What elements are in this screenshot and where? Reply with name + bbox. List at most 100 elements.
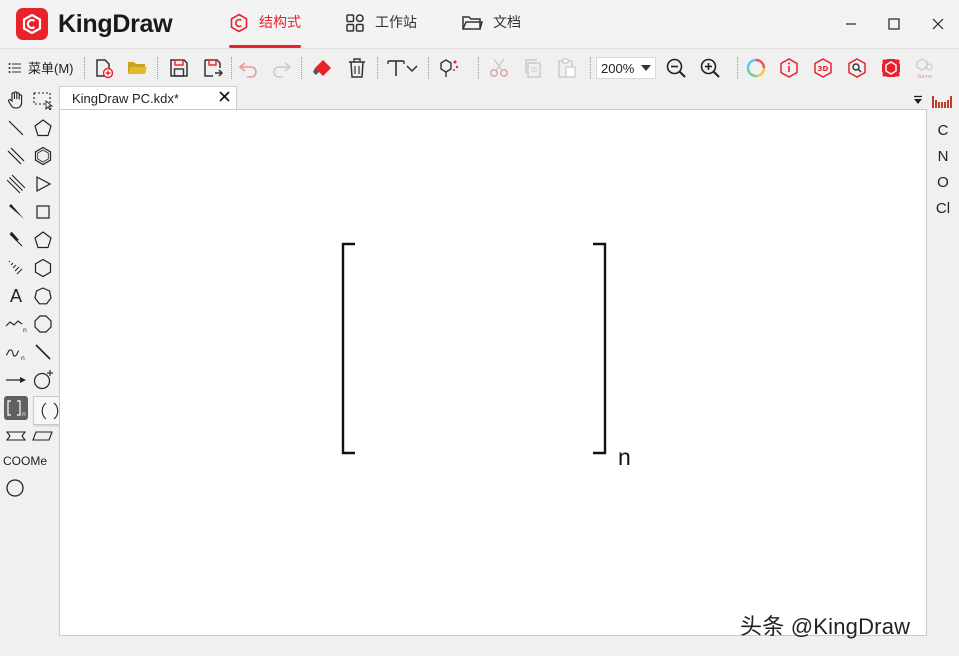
search-structure-button[interactable] <box>844 55 870 81</box>
zoom-out-button[interactable] <box>663 55 689 81</box>
hand-tool[interactable] <box>4 88 28 112</box>
cyclopentadiene-tool[interactable] <box>31 228 55 252</box>
eraser-button[interactable] <box>309 55 335 81</box>
menu-label: 菜单(M) <box>28 61 74 76</box>
heptagon-icon <box>34 287 52 305</box>
document-tab[interactable]: KingDraw PC.kdx* <box>59 86 237 109</box>
text-tool[interactable]: A <box>4 284 28 308</box>
open-folder-icon <box>128 62 147 74</box>
image-recognition-button[interactable] <box>878 55 904 81</box>
tab-structure-label: 结构式 <box>259 14 301 30</box>
hash-bond-tool[interactable] <box>4 256 28 280</box>
curve-tool[interactable]: n <box>4 340 28 364</box>
save-as-icon <box>204 59 224 77</box>
grid-icon <box>345 13 365 36</box>
cycloheptane-tool[interactable] <box>31 284 55 308</box>
bracket-drawing[interactable] <box>60 110 928 637</box>
cyclobutane-tool[interactable] <box>31 200 55 224</box>
scissors-icon <box>490 58 508 77</box>
close-tab-icon[interactable] <box>219 89 230 106</box>
wedge-bond-tool[interactable] <box>4 200 28 224</box>
info-button[interactable] <box>776 55 802 81</box>
undo-button[interactable] <box>235 55 261 81</box>
new-file-icon <box>96 59 114 79</box>
element-nitrogen[interactable]: N <box>927 148 959 165</box>
triple-bond-tool[interactable] <box>4 172 28 196</box>
close-button[interactable] <box>924 10 952 38</box>
redo-button[interactable] <box>269 55 295 81</box>
delete-button[interactable] <box>344 55 370 81</box>
element-oxygen[interactable]: O <box>927 174 959 191</box>
text-dropdown-button[interactable] <box>404 55 420 81</box>
name-icon: Name <box>916 58 933 79</box>
charge-tool[interactable] <box>31 368 55 392</box>
svg-text:n: n <box>23 327 27 334</box>
perspective-tool[interactable] <box>31 424 55 448</box>
folder-icon <box>461 13 483 36</box>
color-ring-icon <box>746 58 766 78</box>
save-button[interactable] <box>166 55 192 81</box>
double-bond-icon <box>7 147 25 165</box>
bold-bond-icon <box>9 232 23 247</box>
element-carbon[interactable]: C <box>927 122 959 139</box>
app-brand: KingDraw <box>58 10 173 38</box>
cyclooctane-tool[interactable] <box>31 312 55 336</box>
new-file-button[interactable] <box>90 55 116 81</box>
benzene-tool[interactable] <box>31 256 55 280</box>
menu-button[interactable]: 菜单(M) <box>8 58 74 77</box>
minimize-button[interactable] <box>837 10 865 38</box>
plain-line-tool[interactable] <box>31 340 55 364</box>
copy-button[interactable] <box>520 55 546 81</box>
3d-view-button[interactable]: 3D <box>810 55 836 81</box>
wedge-bond-icon <box>9 204 24 219</box>
svg-text:n: n <box>21 355 25 362</box>
periodic-table-button[interactable] <box>932 96 952 115</box>
tab-structure[interactable]: 结构式 <box>229 12 301 48</box>
chevron-down-icon <box>406 65 418 73</box>
undo-icon <box>238 62 257 78</box>
chain-tool[interactable]: n <box>4 312 28 336</box>
name-to-structure-button[interactable]: Name <box>912 55 938 81</box>
single-bond-tool[interactable] <box>4 116 28 140</box>
element-chlorine[interactable]: Cl <box>927 200 959 217</box>
zoom-in-button[interactable] <box>697 55 723 81</box>
clean-structure-button[interactable] <box>436 55 462 81</box>
shape-tool[interactable] <box>4 476 28 500</box>
search-structure-icon <box>848 58 866 78</box>
paste-button[interactable] <box>554 55 580 81</box>
cyclohexane-tool[interactable] <box>31 144 55 168</box>
tab-workstation[interactable]: 工作站 <box>345 12 417 42</box>
maximize-button[interactable] <box>880 10 908 38</box>
double-bond-tool[interactable] <box>4 144 28 168</box>
orbital-icon <box>5 431 27 441</box>
drawing-canvas[interactable]: n <box>59 109 927 636</box>
tab-list-button[interactable] <box>913 92 923 104</box>
square-icon <box>36 205 50 219</box>
eraser-icon <box>313 60 331 76</box>
save-as-button[interactable] <box>200 55 226 81</box>
bracket-tool[interactable]: n <box>4 396 28 420</box>
line-icon <box>35 344 51 360</box>
zoom-out-icon <box>666 58 686 78</box>
functional-group-label: COOMe <box>3 454 48 468</box>
cut-button[interactable] <box>486 55 512 81</box>
right-bracket <box>593 242 607 455</box>
svg-text:3D: 3D <box>818 65 829 73</box>
select-tool[interactable] <box>31 88 55 112</box>
cyclopentane-tool[interactable] <box>31 116 55 140</box>
functional-group-tool[interactable]: COOMe <box>3 454 47 468</box>
orbital-tool[interactable] <box>4 424 28 448</box>
tab-documents[interactable]: 文档 <box>461 12 521 42</box>
zoom-select[interactable]: 200% <box>596 57 656 79</box>
ring-color-button[interactable] <box>743 55 769 81</box>
toolbar-separator <box>231 57 232 79</box>
open-folder-button[interactable] <box>124 55 150 81</box>
element-panel: C N O Cl <box>927 86 959 636</box>
arrow-tool[interactable] <box>4 368 28 392</box>
toolbar-separator <box>84 57 85 79</box>
cyclopropane-tool[interactable] <box>31 172 55 196</box>
3d-icon: 3D <box>814 58 832 78</box>
bracket-subscript[interactable]: n <box>618 444 631 471</box>
bold-bond-tool[interactable] <box>4 228 28 252</box>
info-icon <box>780 58 798 78</box>
